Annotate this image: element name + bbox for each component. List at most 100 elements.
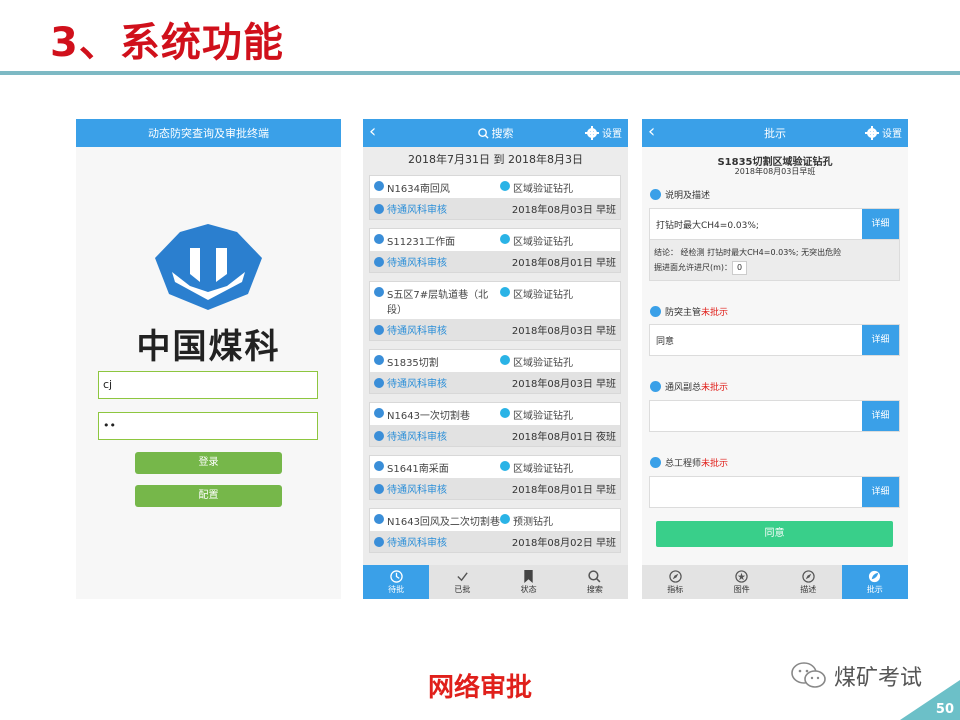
list-item-bottom: 待通风科审核 2018年08月01日 夜班 (370, 425, 620, 446)
tab-pending-label: 待批 (388, 584, 405, 594)
list-item-status-wrap: 待通风科审核 (374, 428, 447, 443)
compass-icon (802, 569, 815, 583)
list-item[interactable]: S五区7#层轨道巷（北段） 区域验证钻孔 待通风科审核 2018年08月03日 早班 (369, 281, 621, 341)
bookmark-icon (524, 569, 533, 583)
section-field-0[interactable]: 同意 详细 (649, 324, 900, 356)
list-item[interactable]: N1643一次切割巷 区域验证钻孔 待通风科审核 2018年08月01日 夜班 (369, 402, 621, 447)
approval-header: ‹ 批示 设置 (642, 119, 908, 147)
location-icon (374, 355, 384, 365)
tab-indicators-label: 指标 (667, 584, 684, 594)
location-icon (374, 181, 384, 191)
list-item-type-wrap: 区域验证钻孔 (500, 354, 573, 369)
list-item-bottom: 待通风科审核 2018年08月03日 早班 (370, 198, 620, 219)
settings-button[interactable]: 设置 (585, 125, 622, 140)
settings-button[interactable]: 设置 (865, 125, 902, 140)
tab-pending[interactable]: 待批 (363, 565, 430, 599)
section-value-0: 同意 (656, 337, 675, 347)
list-item-bottom: 待通风科审核 2018年08月02日 早班 (370, 531, 620, 552)
settings-label: 设置 (602, 129, 622, 140)
person-icon (650, 306, 661, 317)
password-input[interactable]: •• (98, 412, 318, 440)
login-screen: 动态防突查询及审批终端 中国煤科 cj •• 登录 配置 (76, 119, 341, 599)
list-tabbar: 待批 已批 状态 搜索 (363, 565, 628, 599)
back-icon[interactable]: ‹ (648, 122, 655, 142)
section-detail-button-2[interactable]: 详细 (862, 477, 899, 507)
leaf-icon (869, 570, 881, 582)
tab-description[interactable]: 描述 (775, 565, 842, 599)
brand-name: 中国煤科 (136, 327, 281, 367)
search-header[interactable]: 搜索 (477, 125, 514, 141)
agree-button[interactable]: 同意 (656, 521, 893, 547)
list-item-type: 区域验证钻孔 (513, 290, 573, 301)
list-item-type: 区域验证钻孔 (513, 184, 573, 195)
list-item[interactable]: N1634南回风 区域验证钻孔待通风科审核 2018年08月03日 早班 (369, 175, 621, 220)
list-item-top: S1835切割 区域验证钻孔 (370, 350, 620, 372)
username-input[interactable]: cj (98, 371, 318, 399)
drill-icon (500, 287, 510, 297)
approval-screen: ‹ 批示 设置 S1835切割区域验证钻孔 2018年08月03日早班 说明及描… (642, 119, 908, 599)
list-item-name: S11231工作面 (387, 237, 456, 248)
title-divider (0, 71, 960, 75)
list-header-title: 搜索 (491, 127, 514, 140)
list-item-date: 2018年08月03日 早班 (511, 379, 616, 390)
edit-icon (374, 203, 384, 214)
back-icon[interactable]: ‹ (369, 122, 376, 142)
tab-approve-label: 批示 (866, 584, 883, 594)
list-item[interactable]: N1643回风及二次切割巷 预测钻孔 待通风科审核 2018年08月02日 早班 (369, 508, 621, 553)
section-detail-button-1[interactable]: 详细 (862, 401, 899, 431)
tab-approved[interactable]: 已批 (429, 565, 495, 599)
tab-approve[interactable]: 批示 (841, 565, 908, 599)
search-icon (588, 569, 601, 582)
list-item[interactable]: S1641南采面 区域验证钻孔 待通风科审核 2018年08月01日 早班 (369, 455, 621, 500)
tab-approved-label: 已批 (454, 584, 471, 594)
section-detail-button-0[interactable]: 详细 (862, 325, 899, 355)
login-button[interactable]: 登录 (135, 452, 282, 474)
section-role-2: 总工程师 (665, 459, 702, 469)
list-item-status-wrap: 待通风科审核 (374, 375, 447, 390)
list-item-status: 待通风科审核 (387, 258, 447, 269)
tab-drawings[interactable]: 图件 (709, 565, 776, 599)
section-role-1: 通风副总 (665, 383, 702, 393)
drill-icon (500, 514, 510, 524)
tab-search[interactable]: 搜索 (562, 565, 628, 599)
date-range: 2018年7月31日 到 2018年8月3日 (408, 153, 583, 166)
list-item-type: 区域验证钻孔 (513, 464, 573, 475)
login-header: 动态防突查询及审批终端 (76, 119, 341, 147)
list-item-name-wrap: N1634南回风 (374, 180, 500, 195)
list-item[interactable]: S1835切割 区域验证钻孔待通风科审核 2018年08月03日 早班 (369, 349, 621, 394)
list-item-name: N1643回风及二次切割巷 (387, 517, 500, 528)
list-item-top: S1641南采面 区域验证钻孔 (370, 456, 620, 478)
location-icon (374, 461, 384, 471)
list-item-status-wrap: 待通风科审核 (374, 201, 447, 216)
wechat-icon (791, 662, 826, 688)
section-field-2[interactable]: 详细 (649, 476, 900, 508)
list-item-bottom: 待通风科审核 2018年08月03日 早班 (370, 372, 620, 393)
config-button[interactable]: 配置 (135, 485, 282, 507)
list-item[interactable]: S11231工作面 区域验证钻孔 待通风科审核 2018年08月01日 早班 (369, 228, 621, 273)
search-icon (477, 127, 489, 139)
section-field-1[interactable]: 详细 (649, 400, 900, 432)
desc-detail-button[interactable]: 详细 (862, 209, 899, 239)
list-item-top: S五区7#层轨道巷（北段） 区域验证钻孔 (370, 282, 620, 319)
settings-label: 设置 (882, 129, 902, 140)
desc-field[interactable]: 打钻时最大CH4=0.03%; 详细 (649, 208, 900, 240)
list-item-status: 待通风科审核 (387, 538, 447, 549)
list-item-bottom: 待通风科审核 2018年08月01日 早班 (370, 478, 620, 499)
approval-list: N1634南回风 区域验证钻孔 待通风科审核 2018年08月03日 早班 S11231… (369, 175, 621, 561)
person-icon (650, 457, 661, 468)
tab-indicators[interactable]: 指标 (642, 565, 709, 599)
record-subtitle: 2018年08月03日早班 (734, 167, 816, 176)
approval-tabbar: 指标 图件 描述 批示 (642, 565, 908, 599)
section-state-0: 未批示 (701, 308, 729, 318)
list-item-name-wrap: N1643一次切割巷 (374, 407, 500, 422)
list-header: ‹ 搜索 设置 (363, 119, 628, 147)
list-item-date: 2018年08月03日 早班 (511, 326, 616, 337)
tab-status[interactable]: 状态 (496, 565, 562, 599)
info-icon (650, 189, 661, 200)
edit-icon (374, 377, 384, 388)
edit-icon (374, 256, 384, 267)
section-role-0: 防突主管 (665, 308, 702, 318)
allowed-value-input[interactable]: 0 (732, 261, 748, 275)
desc-label: 说明及描述 (650, 188, 710, 201)
drill-icon (500, 461, 510, 471)
